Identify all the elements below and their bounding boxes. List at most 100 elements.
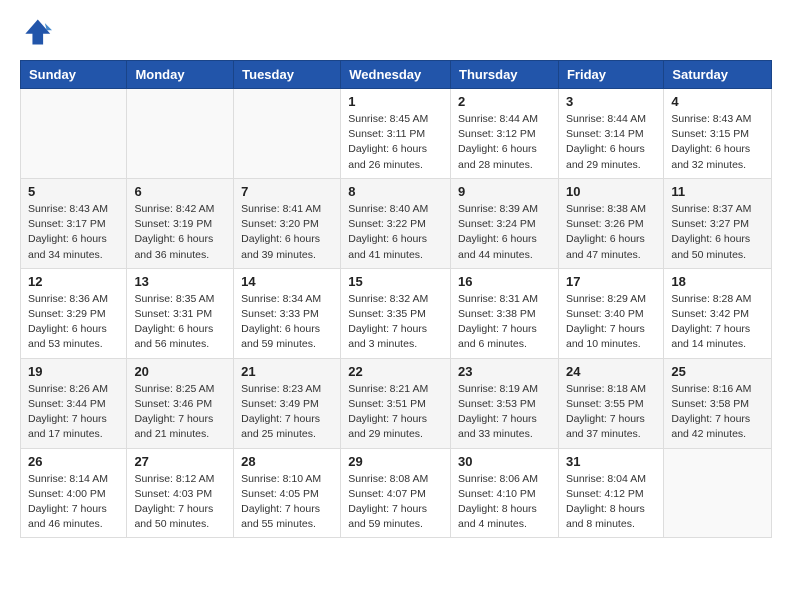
calendar-cell: 1 Sunrise: 8:45 AM Sunset: 3:11 PM Daylig… — [341, 89, 451, 179]
calendar-week-row: 26 Sunrise: 8:14 AM Sunset: 4:00 PM Dayli… — [21, 448, 772, 538]
calendar-cell: 3 Sunrise: 8:44 AM Sunset: 3:14 PM Daylig… — [558, 89, 663, 179]
calendar-cell: 17 Sunrise: 8:29 AM Sunset: 3:40 PM Dayli… — [558, 268, 663, 358]
calendar-cell: 8 Sunrise: 8:40 AM Sunset: 3:22 PM Daylig… — [341, 178, 451, 268]
day-number: 4 — [671, 94, 764, 109]
day-info: Sunrise: 8:04 AM Sunset: 4:12 PM Dayligh… — [566, 472, 656, 533]
calendar-cell: 2 Sunrise: 8:44 AM Sunset: 3:12 PM Daylig… — [451, 89, 559, 179]
day-info: Sunrise: 8:25 AM Sunset: 3:46 PM Dayligh… — [134, 382, 226, 443]
day-number: 24 — [566, 364, 656, 379]
calendar-header-monday: Monday — [127, 61, 234, 89]
day-info: Sunrise: 8:42 AM Sunset: 3:19 PM Dayligh… — [134, 202, 226, 263]
calendar-cell: 31 Sunrise: 8:04 AM Sunset: 4:12 PM Dayli… — [558, 448, 663, 538]
day-number: 13 — [134, 274, 226, 289]
day-number: 1 — [348, 94, 443, 109]
calendar-cell: 5 Sunrise: 8:43 AM Sunset: 3:17 PM Daylig… — [21, 178, 127, 268]
day-info: Sunrise: 8:12 AM Sunset: 4:03 PM Dayligh… — [134, 472, 226, 533]
day-number: 6 — [134, 184, 226, 199]
calendar-header-thursday: Thursday — [451, 61, 559, 89]
day-number: 11 — [671, 184, 764, 199]
calendar-cell: 29 Sunrise: 8:08 AM Sunset: 4:07 PM Dayli… — [341, 448, 451, 538]
calendar-week-row: 19 Sunrise: 8:26 AM Sunset: 3:44 PM Dayli… — [21, 358, 772, 448]
calendar-cell: 23 Sunrise: 8:19 AM Sunset: 3:53 PM Dayli… — [451, 358, 559, 448]
calendar-header-row: SundayMondayTuesdayWednesdayThursdayFrid… — [21, 61, 772, 89]
day-number: 19 — [28, 364, 119, 379]
day-info: Sunrise: 8:06 AM Sunset: 4:10 PM Dayligh… — [458, 472, 551, 533]
calendar-cell: 11 Sunrise: 8:37 AM Sunset: 3:27 PM Dayli… — [664, 178, 772, 268]
day-number: 9 — [458, 184, 551, 199]
day-info: Sunrise: 8:44 AM Sunset: 3:12 PM Dayligh… — [458, 112, 551, 173]
calendar-cell: 10Sunrise: 8:38 AM Sunset: 3:26 PM Dayli… — [558, 178, 663, 268]
calendar-cell: 26 Sunrise: 8:14 AM Sunset: 4:00 PM Dayli… — [21, 448, 127, 538]
calendar-table: SundayMondayTuesdayWednesdayThursdayFrid… — [20, 60, 772, 538]
day-number: 8 — [348, 184, 443, 199]
day-info: Sunrise: 8:21 AM Sunset: 3:51 PM Dayligh… — [348, 382, 443, 443]
day-number: 14 — [241, 274, 333, 289]
day-info: Sunrise: 8:35 AM Sunset: 3:31 PM Dayligh… — [134, 292, 226, 353]
calendar-week-row: 1 Sunrise: 8:45 AM Sunset: 3:11 PM Daylig… — [21, 89, 772, 179]
calendar-cell: 12Sunrise: 8:36 AM Sunset: 3:29 PM Dayli… — [21, 268, 127, 358]
page: SundayMondayTuesdayWednesdayThursdayFrid… — [0, 0, 792, 558]
day-info: Sunrise: 8:37 AM Sunset: 3:27 PM Dayligh… — [671, 202, 764, 263]
day-number: 20 — [134, 364, 226, 379]
calendar-cell — [127, 89, 234, 179]
calendar-week-row: 12Sunrise: 8:36 AM Sunset: 3:29 PM Dayli… — [21, 268, 772, 358]
day-info: Sunrise: 8:43 AM Sunset: 3:17 PM Dayligh… — [28, 202, 119, 263]
calendar-cell: 13 Sunrise: 8:35 AM Sunset: 3:31 PM Dayli… — [127, 268, 234, 358]
day-number: 30 — [458, 454, 551, 469]
day-info: Sunrise: 8:26 AM Sunset: 3:44 PM Dayligh… — [28, 382, 119, 443]
day-number: 3 — [566, 94, 656, 109]
day-info: Sunrise: 8:44 AM Sunset: 3:14 PM Dayligh… — [566, 112, 656, 173]
calendar-cell: 27 Sunrise: 8:12 AM Sunset: 4:03 PM Dayli… — [127, 448, 234, 538]
calendar-cell: 15 Sunrise: 8:32 AM Sunset: 3:35 PM Dayli… — [341, 268, 451, 358]
day-number: 7 — [241, 184, 333, 199]
day-number: 29 — [348, 454, 443, 469]
day-info: Sunrise: 8:40 AM Sunset: 3:22 PM Dayligh… — [348, 202, 443, 263]
day-info: Sunrise: 8:32 AM Sunset: 3:35 PM Dayligh… — [348, 292, 443, 353]
day-info: Sunrise: 8:28 AM Sunset: 3:42 PM Dayligh… — [671, 292, 764, 353]
calendar-cell: 14 Sunrise: 8:34 AM Sunset: 3:33 PM Dayli… — [234, 268, 341, 358]
calendar-cell: 9Sunrise: 8:39 AM Sunset: 3:24 PM Daylig… — [451, 178, 559, 268]
day-number: 27 — [134, 454, 226, 469]
day-info: Sunrise: 8:18 AM Sunset: 3:55 PM Dayligh… — [566, 382, 656, 443]
day-info: Sunrise: 8:41 AM Sunset: 3:20 PM Dayligh… — [241, 202, 333, 263]
day-number: 23 — [458, 364, 551, 379]
day-info: Sunrise: 8:29 AM Sunset: 3:40 PM Dayligh… — [566, 292, 656, 353]
calendar-cell — [21, 89, 127, 179]
calendar-header-sunday: Sunday — [21, 61, 127, 89]
day-info: Sunrise: 8:43 AM Sunset: 3:15 PM Dayligh… — [671, 112, 764, 173]
day-info: Sunrise: 8:23 AM Sunset: 3:49 PM Dayligh… — [241, 382, 333, 443]
calendar-header-wednesday: Wednesday — [341, 61, 451, 89]
day-number: 25 — [671, 364, 764, 379]
calendar-header-friday: Friday — [558, 61, 663, 89]
day-info: Sunrise: 8:14 AM Sunset: 4:00 PM Dayligh… — [28, 472, 119, 533]
calendar-cell: 6 Sunrise: 8:42 AM Sunset: 3:19 PM Daylig… — [127, 178, 234, 268]
day-number: 2 — [458, 94, 551, 109]
day-number: 22 — [348, 364, 443, 379]
calendar-cell: 24 Sunrise: 8:18 AM Sunset: 3:55 PM Dayli… — [558, 358, 663, 448]
day-info: Sunrise: 8:45 AM Sunset: 3:11 PM Dayligh… — [348, 112, 443, 173]
day-number: 26 — [28, 454, 119, 469]
calendar-cell: 30 Sunrise: 8:06 AM Sunset: 4:10 PM Dayli… — [451, 448, 559, 538]
day-number: 31 — [566, 454, 656, 469]
calendar-cell: 20 Sunrise: 8:25 AM Sunset: 3:46 PM Dayli… — [127, 358, 234, 448]
day-number: 15 — [348, 274, 443, 289]
day-info: Sunrise: 8:19 AM Sunset: 3:53 PM Dayligh… — [458, 382, 551, 443]
day-number: 28 — [241, 454, 333, 469]
calendar-cell: 28 Sunrise: 8:10 AM Sunset: 4:05 PM Dayli… — [234, 448, 341, 538]
day-number: 5 — [28, 184, 119, 199]
calendar-cell — [234, 89, 341, 179]
day-info: Sunrise: 8:08 AM Sunset: 4:07 PM Dayligh… — [348, 472, 443, 533]
calendar-cell: 19 Sunrise: 8:26 AM Sunset: 3:44 PM Dayli… — [21, 358, 127, 448]
day-number: 17 — [566, 274, 656, 289]
day-number: 10 — [566, 184, 656, 199]
calendar-cell: 18Sunrise: 8:28 AM Sunset: 3:42 PM Dayli… — [664, 268, 772, 358]
day-info: Sunrise: 8:31 AM Sunset: 3:38 PM Dayligh… — [458, 292, 551, 353]
calendar-cell: 7 Sunrise: 8:41 AM Sunset: 3:20 PM Daylig… — [234, 178, 341, 268]
calendar-header-tuesday: Tuesday — [234, 61, 341, 89]
calendar-cell: 25Sunrise: 8:16 AM Sunset: 3:58 PM Dayli… — [664, 358, 772, 448]
calendar-cell: 4 Sunrise: 8:43 AM Sunset: 3:15 PM Daylig… — [664, 89, 772, 179]
day-info: Sunrise: 8:10 AM Sunset: 4:05 PM Dayligh… — [241, 472, 333, 533]
calendar-week-row: 5 Sunrise: 8:43 AM Sunset: 3:17 PM Daylig… — [21, 178, 772, 268]
day-info: Sunrise: 8:34 AM Sunset: 3:33 PM Dayligh… — [241, 292, 333, 353]
day-number: 21 — [241, 364, 333, 379]
